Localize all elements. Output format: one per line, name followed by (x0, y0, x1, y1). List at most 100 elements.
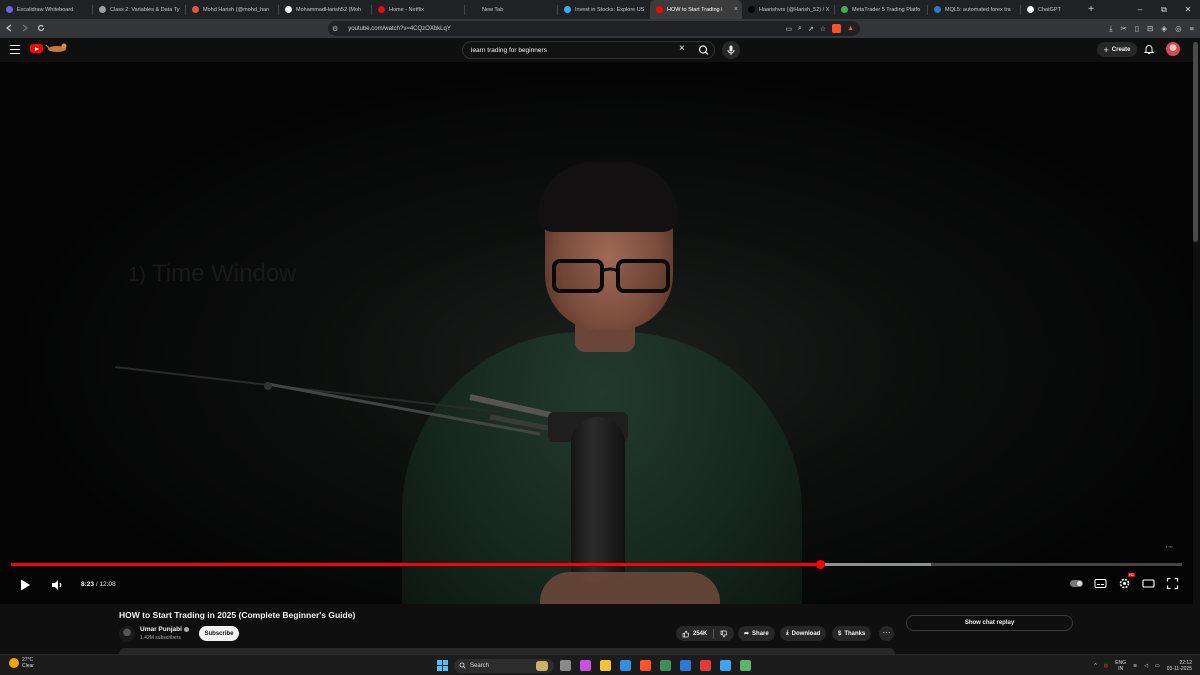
screenshot-icon[interactable]: ✂ (1121, 24, 1127, 33)
more-actions-button[interactable]: ··· (879, 626, 894, 641)
battery-icon[interactable]: ▭ (1155, 663, 1160, 669)
browser-tab[interactable]: Excalidraw Whiteboard (0, 0, 92, 19)
voice-search-button[interactable] (722, 41, 740, 59)
settings-button[interactable]: HD (1118, 573, 1135, 590)
browser-tab[interactable]: Home - Netflix (372, 0, 464, 19)
scrubber-handle[interactable] (815, 560, 825, 569)
browser-tab[interactable]: Mohd Harish (@mohd_harı (186, 0, 278, 19)
browser-tab[interactable]: HOW to Start Trading i × (650, 0, 742, 19)
reload-button[interactable] (34, 24, 48, 34)
speaker-icon[interactable]: ◁ (1144, 663, 1148, 669)
weather-widget[interactable]: 27°C Clear (9, 657, 34, 669)
like-button[interactable]: 254K (682, 630, 707, 638)
browser-tab[interactable]: New Tab (465, 0, 557, 19)
thanks-button[interactable]: $ Thanks (832, 626, 872, 641)
hamburger-menu-icon[interactable] (10, 45, 20, 54)
theater-mode-icon[interactable] (1142, 577, 1155, 590)
search-icon (459, 662, 466, 669)
taskbar-app-icon[interactable] (560, 660, 571, 671)
taskbar-app-icon[interactable] (620, 660, 631, 671)
notifications-bell-icon[interactable] (1143, 43, 1155, 55)
autoplay-toggle[interactable] (1070, 580, 1083, 587)
restore-button[interactable]: ⧉ (1152, 0, 1176, 19)
wallet-icon[interactable]: ◈ (1161, 24, 1167, 33)
tab-title: Excalidraw Whiteboard (17, 6, 74, 13)
browser-tab[interactable]: MohammadHarish52 (Moh (279, 0, 371, 19)
account-avatar[interactable] (1166, 42, 1180, 56)
volume-icon[interactable] (50, 579, 64, 591)
tab-title: New Tab (482, 6, 504, 13)
browser-tab[interactable]: Invest in Stocks: Explore US (558, 0, 650, 19)
create-label: Create (1111, 46, 1131, 53)
vpn-icon[interactable]: ◎ (1175, 24, 1182, 33)
address-bar[interactable]: ⚙ youtube.com/watch?v=4CQzOXbkLqY ▭ ⌕ ↗ … (328, 21, 860, 36)
close-window-button[interactable]: ✕ (1176, 0, 1200, 19)
page-scrollbar[interactable] (1193, 42, 1198, 242)
taskbar-app-icon[interactable] (580, 660, 591, 671)
share-button[interactable]: ➦ Share (738, 626, 775, 641)
tab-search-icon[interactable]: ⊟ (1147, 24, 1153, 33)
sidebar-icon[interactable]: ▯ (1135, 24, 1139, 33)
youtube-logo[interactable] (30, 44, 43, 53)
current-time: 8:23 (81, 581, 95, 588)
browser-tab[interactable]: ChatGPT (1021, 0, 1081, 19)
channel-name[interactable]: Umar Punjabi (140, 626, 189, 633)
clear-search-icon[interactable]: × (679, 43, 685, 54)
brave-shields-icon[interactable] (832, 24, 842, 33)
subscribe-button[interactable]: Subscribe (199, 626, 239, 641)
menu-icon[interactable]: ≡ (1190, 24, 1194, 33)
tab-favicon-icon (841, 6, 848, 13)
windows-start-icon[interactable] (437, 660, 448, 671)
progress-bar[interactable] (11, 560, 1182, 569)
video-player[interactable]: 1) Time Window ▪ ▪▪▪ 8:23 / 12:08 HD (0, 62, 1193, 604)
play-icon[interactable] (18, 578, 32, 592)
wifi-icon[interactable]: ≋ (1133, 663, 1137, 669)
url-text: youtube.com/watch?v=4CQzOXbkLqY (348, 25, 451, 32)
taskbar-app-icon[interactable] (600, 660, 611, 671)
show-chat-replay-button[interactable]: Show chat replay (906, 615, 1073, 631)
clock[interactable]: 22:12 03-11-2025 (1167, 660, 1192, 672)
forward-button[interactable] (18, 24, 32, 34)
minimize-button[interactable]: – (1128, 0, 1152, 19)
new-tab-button[interactable]: + (1081, 4, 1101, 15)
played-bar (11, 563, 821, 566)
taskbar-app-icon[interactable] (680, 660, 691, 671)
back-button[interactable] (2, 24, 16, 34)
site-info-icon[interactable]: ⚙ (332, 25, 338, 33)
download-button[interactable]: ⤓ Download (780, 626, 827, 641)
doodle-icon[interactable] (45, 42, 69, 54)
taskbar-search[interactable]: Search (454, 658, 554, 673)
taskbar-app-icon[interactable] (700, 660, 711, 671)
tab-favicon-icon (934, 6, 941, 13)
channel-avatar[interactable] (119, 626, 135, 642)
search-button[interactable] (695, 43, 713, 57)
create-button[interactable]: + Create (1097, 42, 1137, 57)
star-icon[interactable]: ☆ (820, 25, 826, 33)
tray-overflow-icon[interactable]: ^ (1094, 663, 1096, 669)
taskbar-app-icon[interactable] (720, 660, 731, 671)
tray-app-icon[interactable]: ◍ (1104, 663, 1108, 669)
download-icon[interactable]: ⤓ (1109, 24, 1112, 34)
browser-tab[interactable]: Class 2: Variables & Data Ty (93, 0, 185, 19)
browser-tab[interactable]: Haarishvrs (@Harish_52) / X (742, 0, 834, 19)
zoom-icon[interactable]: ⌕ (798, 25, 802, 33)
thanks-icon: $ (838, 630, 842, 637)
subtitles-icon[interactable] (1094, 577, 1107, 590)
taskbar-app-icon[interactable] (640, 660, 651, 671)
thumbs-down-icon[interactable] (720, 630, 728, 638)
taskbar-app-icon[interactable] (660, 660, 671, 671)
search-input[interactable] (469, 44, 669, 56)
taskbar-app-icon[interactable] (740, 660, 751, 671)
brave-rewards-icon[interactable]: ▲ (847, 25, 854, 32)
close-tab-icon[interactable]: × (734, 6, 738, 13)
tab-favicon-icon (1027, 6, 1034, 13)
browser-tab[interactable]: MQL5: automated forex tra (928, 0, 1020, 19)
tab-title: Home - Netflix (389, 6, 424, 13)
fullscreen-icon[interactable] (1166, 577, 1179, 590)
cast-icon[interactable]: ▭ (785, 25, 792, 33)
browser-tab[interactable]: MetaTrader 5 Trading Platfo (835, 0, 927, 19)
language-indicator[interactable]: ENG IN (1115, 660, 1126, 672)
share-page-icon[interactable]: ↗ (808, 25, 814, 33)
tab-title: MohammadHarish52 (Moh (296, 6, 362, 13)
windows-taskbar: 27°C Clear Search ^ ◍ ENG IN ≋ ◁ ▭ 22:12… (0, 654, 1200, 675)
